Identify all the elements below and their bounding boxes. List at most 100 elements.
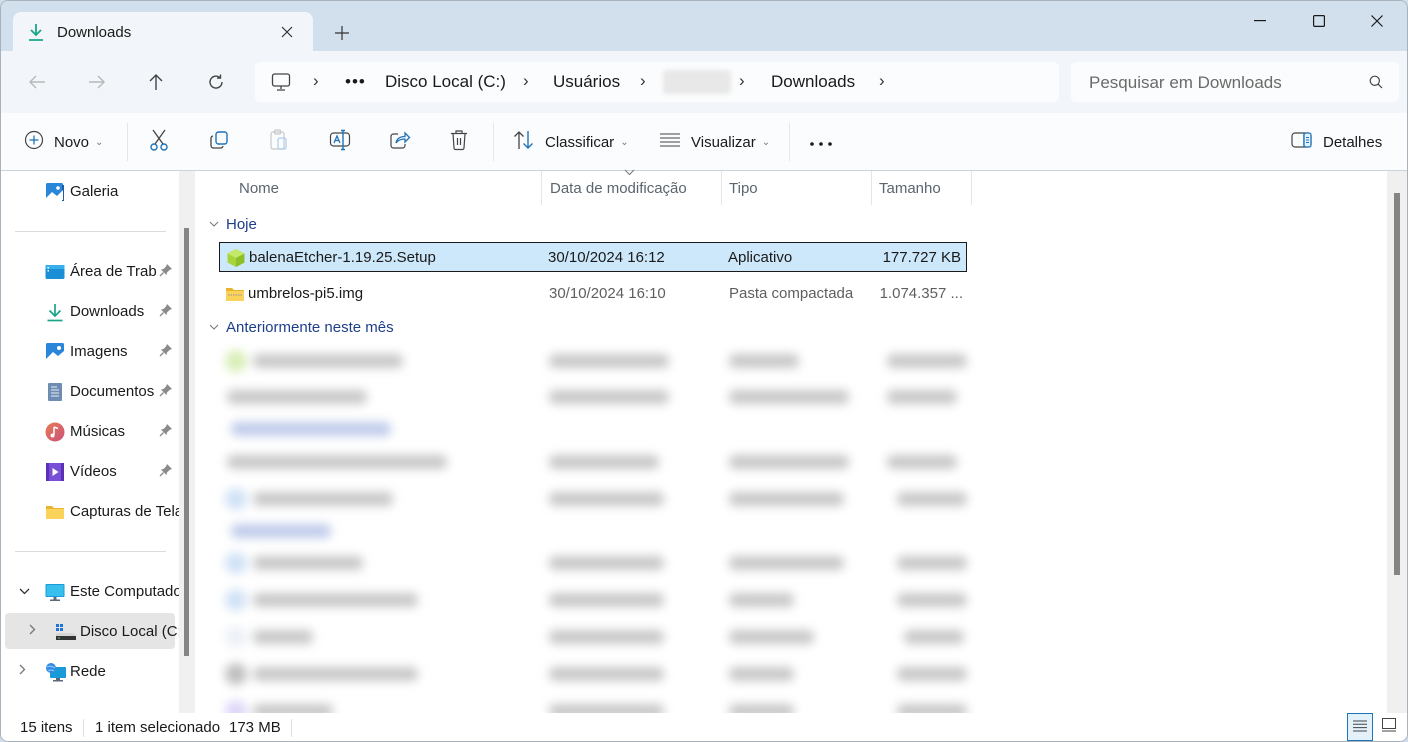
chevron-right-icon[interactable]: › xyxy=(739,71,745,91)
file-row-redacted[interactable] xyxy=(219,621,979,651)
file-row-redacted[interactable] xyxy=(219,483,979,513)
file-list-scrollbar-thumb[interactable] xyxy=(1394,193,1400,575)
gallery-icon xyxy=(45,182,65,202)
redacted-text xyxy=(887,390,957,404)
column-divider[interactable] xyxy=(971,171,972,205)
sidebar-item-este-computador[interactable]: Este Computador xyxy=(5,573,179,609)
breadcrumb-downloads[interactable]: Downloads xyxy=(771,72,855,92)
sidebar-item-galeria[interactable]: Galeria xyxy=(5,173,175,209)
sidebar-item-capturas-de-tela[interactable]: Capturas de Tela xyxy=(5,493,179,529)
pin-icon[interactable] xyxy=(159,463,173,477)
redacted-text xyxy=(549,630,664,644)
copy-button[interactable] xyxy=(209,128,229,156)
back-button[interactable] xyxy=(22,67,52,97)
pin-icon[interactable] xyxy=(159,263,173,277)
chevron-right-icon[interactable] xyxy=(19,664,26,678)
pin-icon[interactable] xyxy=(159,383,173,397)
more-options-button[interactable] xyxy=(809,128,833,156)
group-header-redacted[interactable] xyxy=(219,413,979,443)
rename-button[interactable] xyxy=(329,128,351,156)
column-header-tipo[interactable]: Tipo xyxy=(722,171,872,205)
sidebar-label: Downloads xyxy=(70,303,145,320)
sidebar-scrollbar[interactable] xyxy=(179,171,195,713)
sidebar-scrollbar-thumb[interactable] xyxy=(184,228,189,656)
sidebar-item-disco-local[interactable]: Disco Local (C:) xyxy=(5,613,179,649)
search-input[interactable]: Pesquisar em Downloads xyxy=(1089,73,1282,93)
share-button[interactable] xyxy=(389,128,411,156)
computer-icon xyxy=(271,72,291,96)
group-header-redacted[interactable] xyxy=(219,515,979,545)
close-window-button[interactable] xyxy=(1354,7,1400,35)
new-button[interactable]: Novo ⌄ xyxy=(24,128,103,156)
group-header-hoje[interactable]: Hoje xyxy=(209,212,257,236)
search-box[interactable]: Pesquisar em Downloads xyxy=(1071,62,1399,102)
file-row[interactable]: umbrelos-pi5.img 30/10/2024 16:10 Pasta … xyxy=(219,279,967,309)
address-bar[interactable]: › ••• Disco Local (C:) › Usuários › › Do… xyxy=(255,62,1059,102)
file-list-scrollbar[interactable] xyxy=(1387,171,1407,713)
column-header-tamanho[interactable]: Tamanho xyxy=(872,171,972,205)
sidebar-item-documentos[interactable]: Documentos xyxy=(5,373,175,409)
rename-icon xyxy=(329,129,351,155)
file-icon xyxy=(225,488,247,510)
sort-button[interactable]: Classificar ⌄ xyxy=(513,128,629,156)
column-header-nome[interactable]: Nome xyxy=(197,171,542,205)
breadcrumb-user-redacted[interactable] xyxy=(663,70,731,94)
column-header-data[interactable]: Data de modificação xyxy=(542,169,722,205)
pin-icon[interactable] xyxy=(159,303,173,317)
file-name: balenaEtcher-1.19.25.Setup xyxy=(249,249,436,266)
sidebar-item-downloads[interactable]: Downloads xyxy=(5,293,175,329)
column-header-label: Data de modificação xyxy=(550,180,687,197)
file-row-redacted[interactable] xyxy=(219,345,979,375)
cut-button[interactable] xyxy=(149,128,169,156)
sidebar-item-imagens[interactable]: Imagens xyxy=(5,333,175,369)
file-row-redacted[interactable] xyxy=(219,547,979,577)
more-icon xyxy=(809,134,833,151)
breadcrumb-disco-local[interactable]: Disco Local (C:) xyxy=(385,72,506,92)
minimize-button[interactable] xyxy=(1237,7,1283,35)
file-row-redacted[interactable] xyxy=(219,446,979,476)
redacted-text xyxy=(897,667,967,681)
delete-button[interactable] xyxy=(449,128,469,156)
close-tab-button[interactable] xyxy=(275,20,299,44)
file-row[interactable]: balenaEtcher-1.19.25.Setup 30/10/2024 16… xyxy=(219,242,967,272)
sidebar-label: Este Computador xyxy=(70,583,179,600)
up-button[interactable] xyxy=(141,67,171,97)
sidebar-label: Imagens xyxy=(70,343,128,360)
chevron-right-icon: › xyxy=(313,71,319,90)
file-row-redacted[interactable] xyxy=(219,584,979,614)
refresh-button[interactable] xyxy=(201,67,231,97)
redacted-text xyxy=(227,455,447,469)
sidebar-item-videos[interactable]: Vídeos xyxy=(5,453,175,489)
chevron-right-icon[interactable]: › xyxy=(640,71,646,91)
divider xyxy=(127,123,128,161)
column-header-label: Tamanho xyxy=(879,180,941,197)
large-icons-view-button[interactable] xyxy=(1376,713,1402,741)
content-area: Galeria Área de Trab Downloads Imagens D… xyxy=(1,169,1407,722)
file-type: Pasta compactada xyxy=(729,285,854,302)
redacted-text xyxy=(729,556,844,570)
forward-button[interactable] xyxy=(82,67,112,97)
paste-button[interactable] xyxy=(269,128,289,156)
sidebar-item-area-de-trabalho[interactable]: Área de Trab xyxy=(5,253,175,289)
sidebar-item-rede[interactable]: Rede xyxy=(5,653,175,689)
pin-icon[interactable] xyxy=(159,423,173,437)
new-tab-button[interactable] xyxy=(329,20,355,46)
view-button[interactable]: Visualizar ⌄ xyxy=(659,128,770,156)
chevron-down-icon: ⌄ xyxy=(761,136,771,148)
chevron-right-icon[interactable]: › xyxy=(879,71,885,91)
details-pane-button[interactable]: Detalhes xyxy=(1291,128,1382,156)
details-view-button[interactable] xyxy=(1347,713,1373,741)
file-row-redacted[interactable] xyxy=(219,381,979,411)
maximize-button[interactable] xyxy=(1296,7,1342,35)
breadcrumb-overflow[interactable]: ••• xyxy=(345,72,366,92)
group-header-anteriormente[interactable]: Anteriormente neste mês xyxy=(209,315,394,339)
chevron-right-icon[interactable] xyxy=(29,624,36,638)
tab-downloads[interactable]: Downloads xyxy=(13,12,313,52)
breadcrumb-usuarios[interactable]: Usuários xyxy=(553,72,620,92)
chevron-right-icon[interactable]: › xyxy=(523,71,529,91)
sidebar-item-musicas[interactable]: Músicas xyxy=(5,413,175,449)
file-row-redacted[interactable] xyxy=(219,658,979,688)
chevron-down-icon[interactable] xyxy=(19,584,30,598)
pin-icon[interactable] xyxy=(159,343,173,357)
redacted-text xyxy=(231,524,331,538)
